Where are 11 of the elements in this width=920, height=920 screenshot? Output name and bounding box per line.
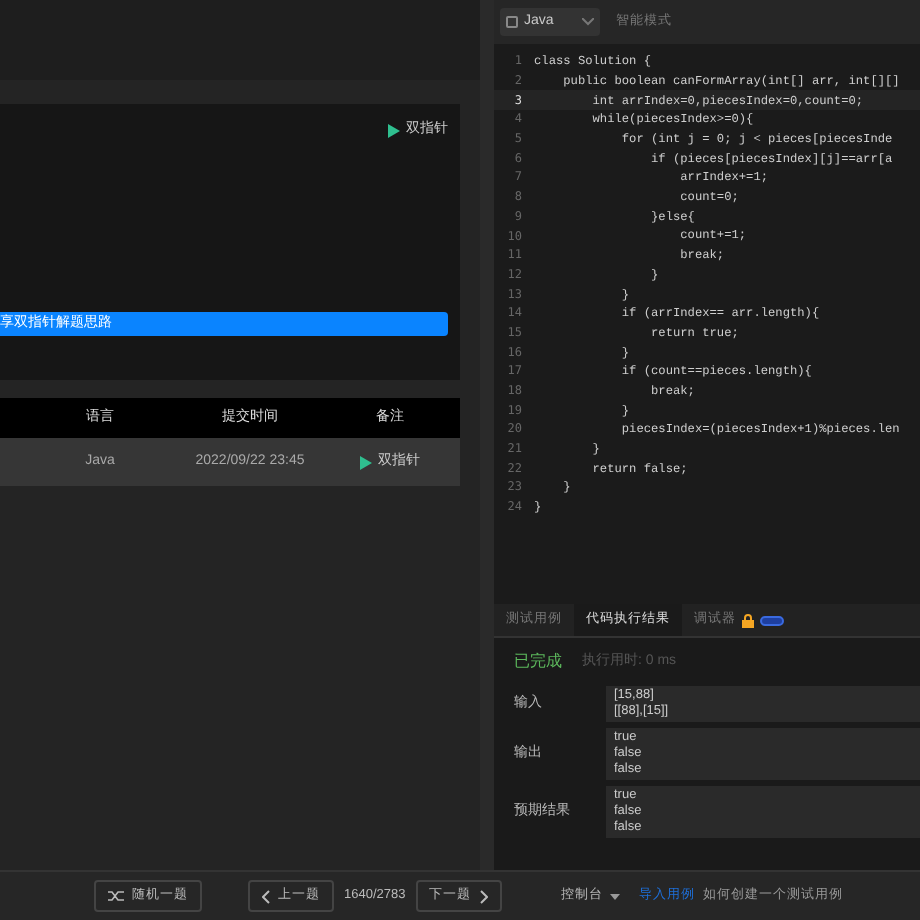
resize-handle[interactable]: [480, 0, 494, 870]
caret-icon: [609, 893, 620, 899]
lock-icon: [742, 613, 754, 627]
play-icon: [360, 455, 372, 469]
chevron-right-icon: [479, 889, 488, 903]
status-text: 已完成: [514, 650, 562, 674]
caret-icon: [582, 18, 594, 26]
play-icon: [388, 123, 400, 138]
beta-badge-icon: [760, 615, 784, 625]
chevron-left-icon: [262, 889, 270, 903]
shuffle-icon: [108, 890, 124, 902]
